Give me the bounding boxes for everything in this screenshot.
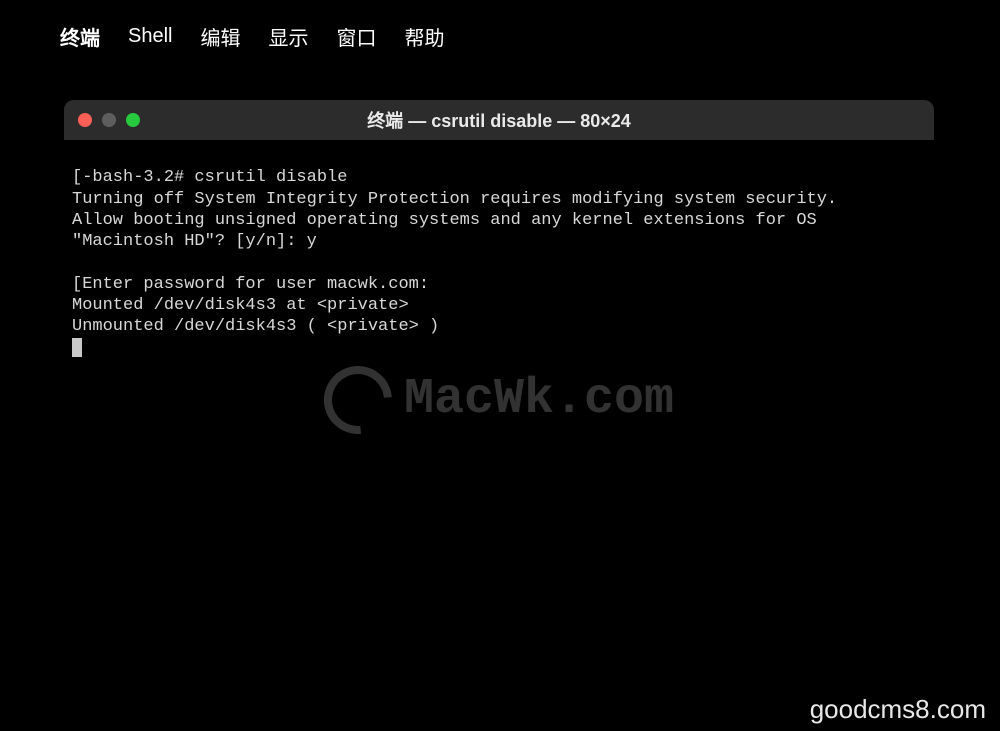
minimize-button[interactable] bbox=[102, 113, 116, 127]
menu-shell[interactable]: Shell bbox=[128, 25, 172, 48]
terminal-line: Allow booting unsigned operating systems… bbox=[72, 211, 827, 251]
maximize-button[interactable] bbox=[126, 113, 140, 127]
watermark-center-text: MacWk.com bbox=[404, 369, 674, 432]
terminal-window: 终端 — csrutil disable — 80×24 [-bash-3.2#… bbox=[64, 100, 934, 660]
menu-app-name[interactable]: 终端 bbox=[60, 22, 100, 51]
terminal-line: Unmounted /dev/disk4s3 ( <private> ) bbox=[72, 317, 439, 336]
menu-edit[interactable]: 编辑 bbox=[200, 22, 240, 51]
menu-window[interactable]: 窗口 bbox=[336, 22, 376, 51]
menu-bar: 终端 Shell 编辑 显示 窗口 帮助 bbox=[0, 18, 1000, 54]
terminal-line: Turning off System Integrity Protection … bbox=[72, 190, 837, 209]
watermark-bottom: goodcms8.com bbox=[810, 694, 986, 725]
terminal-line: Mounted /dev/disk4s3 at <private> bbox=[72, 296, 409, 315]
terminal-cursor bbox=[72, 338, 82, 357]
traffic-lights bbox=[78, 113, 140, 127]
window-title: 终端 — csrutil disable — 80×24 bbox=[64, 107, 934, 133]
watermark-logo-icon bbox=[310, 352, 406, 448]
menu-help[interactable]: 帮助 bbox=[404, 22, 444, 51]
terminal-line: [Enter password for user macwk.com: bbox=[72, 275, 429, 294]
window-titlebar[interactable]: 终端 — csrutil disable — 80×24 bbox=[64, 100, 934, 140]
watermark-center: MacWk.com bbox=[324, 366, 674, 434]
close-button[interactable] bbox=[78, 113, 92, 127]
menu-view[interactable]: 显示 bbox=[268, 22, 308, 51]
terminal-line: [-bash-3.2# csrutil disable bbox=[72, 168, 347, 187]
terminal-body[interactable]: [-bash-3.2# csrutil disable Turning off … bbox=[64, 140, 934, 660]
